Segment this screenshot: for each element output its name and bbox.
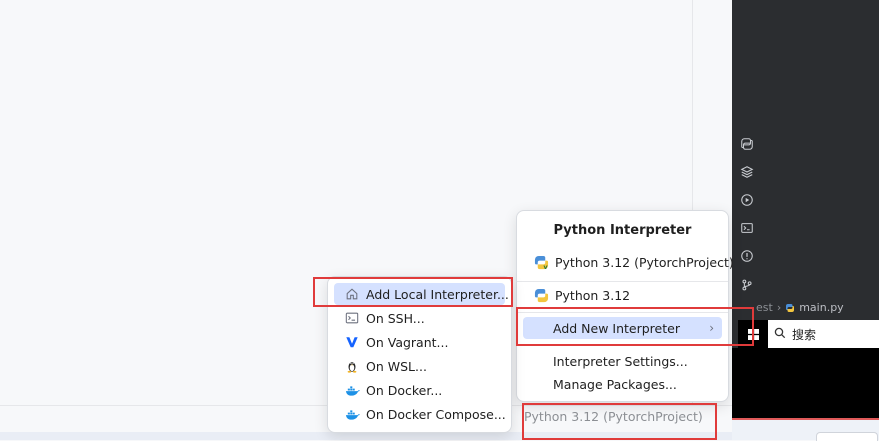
search-icon	[774, 327, 786, 342]
popup-title: Python Interpreter	[553, 223, 692, 238]
python-file-icon	[785, 303, 795, 313]
add-new-interpreter-label: Add New Interpreter	[553, 320, 680, 336]
on-wsl-item[interactable]: On WSL...	[334, 355, 505, 377]
add-local-interpreter-item[interactable]: Add Local Interpreter...	[334, 283, 509, 305]
python-interpreter-popup: Python Interpreter v Python 3.12 (Pytorc…	[516, 210, 734, 402]
menu-divider	[517, 281, 728, 282]
breadcrumb-project[interactable]: est	[756, 301, 773, 314]
taskbar-search[interactable]: 搜索	[768, 320, 879, 348]
interpreter-settings-item[interactable]: Interpreter Settings...	[523, 350, 722, 372]
python-venv-icon: v	[533, 254, 549, 270]
manage-packages-label: Manage Packages...	[553, 376, 677, 392]
status-bar-interpreter[interactable]: Python 3.12 (PytorchProject)	[524, 409, 703, 424]
on-vagrant-item[interactable]: On Vagrant...	[334, 331, 505, 353]
interpreter-label: Python 3.12	[555, 287, 631, 303]
interpreter-item-current[interactable]: v Python 3.12 (PytorchProject)	[523, 251, 734, 273]
terminal-icon	[344, 310, 360, 326]
taskbar-strip	[0, 432, 732, 440]
layers-icon[interactable]	[738, 163, 756, 181]
linux-icon	[344, 358, 360, 374]
submenu-label: On Docker Compose...	[366, 406, 506, 422]
docker-icon	[344, 406, 360, 422]
interpreter-settings-label: Interpreter Settings...	[553, 353, 688, 369]
submenu-label: Add Local Interpreter...	[366, 286, 509, 302]
submenu-label: On WSL...	[366, 358, 427, 374]
submenu-label: On Vagrant...	[366, 334, 449, 350]
on-docker-item[interactable]: On Docker...	[334, 379, 505, 401]
python-icon	[533, 287, 549, 303]
menu-divider	[517, 312, 728, 313]
breadcrumb: est › main.py	[756, 301, 844, 314]
vagrant-icon	[344, 334, 360, 350]
breadcrumb-separator: ›	[776, 301, 782, 314]
problems-icon[interactable]	[738, 247, 756, 265]
interpreter-item-python312[interactable]: Python 3.12	[523, 284, 722, 306]
svg-text:v: v	[543, 263, 548, 270]
add-interpreter-submenu: Add Local Interpreter... On SSH... On Va…	[327, 276, 512, 433]
add-new-interpreter-item[interactable]: Add New Interpreter ›	[523, 317, 722, 339]
terminal-icon[interactable]	[738, 219, 756, 237]
submenu-label: On Docker...	[366, 382, 443, 398]
docker-icon	[344, 382, 360, 398]
run-icon[interactable]	[738, 191, 756, 209]
chevron-right-icon: ›	[709, 321, 714, 335]
manage-packages-item[interactable]: Manage Packages...	[523, 373, 722, 395]
python-console-icon[interactable]	[738, 135, 756, 153]
git-branch-icon[interactable]	[738, 276, 756, 294]
on-ssh-item[interactable]: On SSH...	[334, 307, 505, 329]
interpreter-label: Python 3.12 (PytorchProject)	[555, 254, 734, 270]
dark-region	[732, 348, 879, 418]
submenu-label: On SSH...	[366, 310, 425, 326]
home-icon	[344, 286, 360, 302]
on-docker-compose-item[interactable]: On Docker Compose...	[334, 403, 506, 425]
windows-start-icon[interactable]	[738, 320, 768, 348]
search-label: 搜索	[792, 327, 817, 342]
menu-divider	[517, 345, 728, 346]
breadcrumb-file[interactable]: main.py	[799, 301, 843, 314]
